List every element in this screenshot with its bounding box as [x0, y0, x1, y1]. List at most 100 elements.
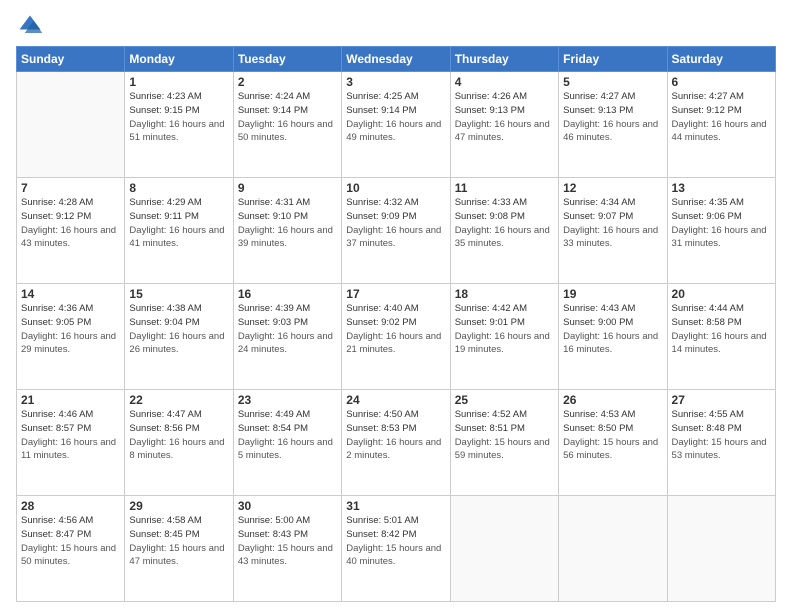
day-info: Sunrise: 4:49 AMSunset: 8:54 PMDaylight:… — [238, 408, 337, 463]
day-number: 22 — [129, 393, 228, 407]
calendar-cell: 12Sunrise: 4:34 AMSunset: 9:07 PMDayligh… — [559, 178, 667, 284]
day-number: 11 — [455, 181, 554, 195]
day-info: Sunrise: 4:44 AMSunset: 8:58 PMDaylight:… — [672, 302, 771, 357]
calendar-cell: 29Sunrise: 4:58 AMSunset: 8:45 PMDayligh… — [125, 496, 233, 602]
col-header-thursday: Thursday — [450, 47, 558, 72]
calendar-cell: 5Sunrise: 4:27 AMSunset: 9:13 PMDaylight… — [559, 72, 667, 178]
day-info: Sunrise: 4:23 AMSunset: 9:15 PMDaylight:… — [129, 90, 228, 145]
day-info: Sunrise: 4:53 AMSunset: 8:50 PMDaylight:… — [563, 408, 662, 463]
page: SundayMondayTuesdayWednesdayThursdayFrid… — [0, 0, 792, 612]
calendar-cell: 15Sunrise: 4:38 AMSunset: 9:04 PMDayligh… — [125, 284, 233, 390]
day-info: Sunrise: 4:55 AMSunset: 8:48 PMDaylight:… — [672, 408, 771, 463]
calendar-cell: 16Sunrise: 4:39 AMSunset: 9:03 PMDayligh… — [233, 284, 341, 390]
calendar-cell: 9Sunrise: 4:31 AMSunset: 9:10 PMDaylight… — [233, 178, 341, 284]
calendar-cell: 7Sunrise: 4:28 AMSunset: 9:12 PMDaylight… — [17, 178, 125, 284]
logo-icon — [16, 12, 44, 40]
day-info: Sunrise: 4:26 AMSunset: 9:13 PMDaylight:… — [455, 90, 554, 145]
day-number: 30 — [238, 499, 337, 513]
day-info: Sunrise: 4:43 AMSunset: 9:00 PMDaylight:… — [563, 302, 662, 357]
day-number: 29 — [129, 499, 228, 513]
day-info: Sunrise: 4:40 AMSunset: 9:02 PMDaylight:… — [346, 302, 445, 357]
calendar-week-row: 1Sunrise: 4:23 AMSunset: 9:15 PMDaylight… — [17, 72, 776, 178]
day-number: 8 — [129, 181, 228, 195]
day-number: 20 — [672, 287, 771, 301]
header — [16, 12, 776, 40]
calendar-cell: 20Sunrise: 4:44 AMSunset: 8:58 PMDayligh… — [667, 284, 775, 390]
day-number: 14 — [21, 287, 120, 301]
calendar-cell — [17, 72, 125, 178]
day-number: 4 — [455, 75, 554, 89]
day-number: 10 — [346, 181, 445, 195]
calendar-cell: 11Sunrise: 4:33 AMSunset: 9:08 PMDayligh… — [450, 178, 558, 284]
day-number: 7 — [21, 181, 120, 195]
calendar-cell — [559, 496, 667, 602]
calendar-cell: 28Sunrise: 4:56 AMSunset: 8:47 PMDayligh… — [17, 496, 125, 602]
day-number: 21 — [21, 393, 120, 407]
col-header-friday: Friday — [559, 47, 667, 72]
calendar-table: SundayMondayTuesdayWednesdayThursdayFrid… — [16, 46, 776, 602]
day-info: Sunrise: 4:52 AMSunset: 8:51 PMDaylight:… — [455, 408, 554, 463]
day-number: 23 — [238, 393, 337, 407]
calendar-cell: 22Sunrise: 4:47 AMSunset: 8:56 PMDayligh… — [125, 390, 233, 496]
day-number: 31 — [346, 499, 445, 513]
day-number: 13 — [672, 181, 771, 195]
day-info: Sunrise: 4:56 AMSunset: 8:47 PMDaylight:… — [21, 514, 120, 569]
calendar-cell: 18Sunrise: 4:42 AMSunset: 9:01 PMDayligh… — [450, 284, 558, 390]
day-info: Sunrise: 4:32 AMSunset: 9:09 PMDaylight:… — [346, 196, 445, 251]
col-header-sunday: Sunday — [17, 47, 125, 72]
day-info: Sunrise: 4:28 AMSunset: 9:12 PMDaylight:… — [21, 196, 120, 251]
day-info: Sunrise: 4:27 AMSunset: 9:12 PMDaylight:… — [672, 90, 771, 145]
logo — [16, 12, 48, 40]
day-number: 5 — [563, 75, 662, 89]
calendar-cell: 31Sunrise: 5:01 AMSunset: 8:42 PMDayligh… — [342, 496, 450, 602]
col-header-tuesday: Tuesday — [233, 47, 341, 72]
day-info: Sunrise: 4:36 AMSunset: 9:05 PMDaylight:… — [21, 302, 120, 357]
day-info: Sunrise: 4:42 AMSunset: 9:01 PMDaylight:… — [455, 302, 554, 357]
day-info: Sunrise: 4:33 AMSunset: 9:08 PMDaylight:… — [455, 196, 554, 251]
calendar-cell: 13Sunrise: 4:35 AMSunset: 9:06 PMDayligh… — [667, 178, 775, 284]
day-info: Sunrise: 4:46 AMSunset: 8:57 PMDaylight:… — [21, 408, 120, 463]
calendar-cell: 25Sunrise: 4:52 AMSunset: 8:51 PMDayligh… — [450, 390, 558, 496]
calendar-cell: 2Sunrise: 4:24 AMSunset: 9:14 PMDaylight… — [233, 72, 341, 178]
col-header-monday: Monday — [125, 47, 233, 72]
day-number: 19 — [563, 287, 662, 301]
calendar-cell: 26Sunrise: 4:53 AMSunset: 8:50 PMDayligh… — [559, 390, 667, 496]
day-number: 3 — [346, 75, 445, 89]
day-number: 18 — [455, 287, 554, 301]
calendar-cell: 6Sunrise: 4:27 AMSunset: 9:12 PMDaylight… — [667, 72, 775, 178]
calendar-week-row: 28Sunrise: 4:56 AMSunset: 8:47 PMDayligh… — [17, 496, 776, 602]
calendar-cell: 24Sunrise: 4:50 AMSunset: 8:53 PMDayligh… — [342, 390, 450, 496]
day-info: Sunrise: 4:47 AMSunset: 8:56 PMDaylight:… — [129, 408, 228, 463]
day-info: Sunrise: 4:31 AMSunset: 9:10 PMDaylight:… — [238, 196, 337, 251]
calendar-cell: 10Sunrise: 4:32 AMSunset: 9:09 PMDayligh… — [342, 178, 450, 284]
day-info: Sunrise: 5:00 AMSunset: 8:43 PMDaylight:… — [238, 514, 337, 569]
day-number: 26 — [563, 393, 662, 407]
calendar-cell: 8Sunrise: 4:29 AMSunset: 9:11 PMDaylight… — [125, 178, 233, 284]
day-number: 27 — [672, 393, 771, 407]
calendar-cell: 23Sunrise: 4:49 AMSunset: 8:54 PMDayligh… — [233, 390, 341, 496]
calendar-cell: 19Sunrise: 4:43 AMSunset: 9:00 PMDayligh… — [559, 284, 667, 390]
col-header-saturday: Saturday — [667, 47, 775, 72]
day-number: 25 — [455, 393, 554, 407]
day-number: 1 — [129, 75, 228, 89]
day-number: 12 — [563, 181, 662, 195]
day-number: 24 — [346, 393, 445, 407]
calendar-week-row: 7Sunrise: 4:28 AMSunset: 9:12 PMDaylight… — [17, 178, 776, 284]
day-number: 28 — [21, 499, 120, 513]
day-info: Sunrise: 4:58 AMSunset: 8:45 PMDaylight:… — [129, 514, 228, 569]
day-info: Sunrise: 4:50 AMSunset: 8:53 PMDaylight:… — [346, 408, 445, 463]
day-number: 9 — [238, 181, 337, 195]
day-info: Sunrise: 4:34 AMSunset: 9:07 PMDaylight:… — [563, 196, 662, 251]
day-number: 15 — [129, 287, 228, 301]
calendar-week-row: 21Sunrise: 4:46 AMSunset: 8:57 PMDayligh… — [17, 390, 776, 496]
calendar-cell: 4Sunrise: 4:26 AMSunset: 9:13 PMDaylight… — [450, 72, 558, 178]
day-info: Sunrise: 4:38 AMSunset: 9:04 PMDaylight:… — [129, 302, 228, 357]
calendar-header-row: SundayMondayTuesdayWednesdayThursdayFrid… — [17, 47, 776, 72]
col-header-wednesday: Wednesday — [342, 47, 450, 72]
calendar-cell: 1Sunrise: 4:23 AMSunset: 9:15 PMDaylight… — [125, 72, 233, 178]
day-number: 17 — [346, 287, 445, 301]
calendar-cell: 21Sunrise: 4:46 AMSunset: 8:57 PMDayligh… — [17, 390, 125, 496]
day-info: Sunrise: 4:24 AMSunset: 9:14 PMDaylight:… — [238, 90, 337, 145]
day-number: 2 — [238, 75, 337, 89]
day-info: Sunrise: 5:01 AMSunset: 8:42 PMDaylight:… — [346, 514, 445, 569]
